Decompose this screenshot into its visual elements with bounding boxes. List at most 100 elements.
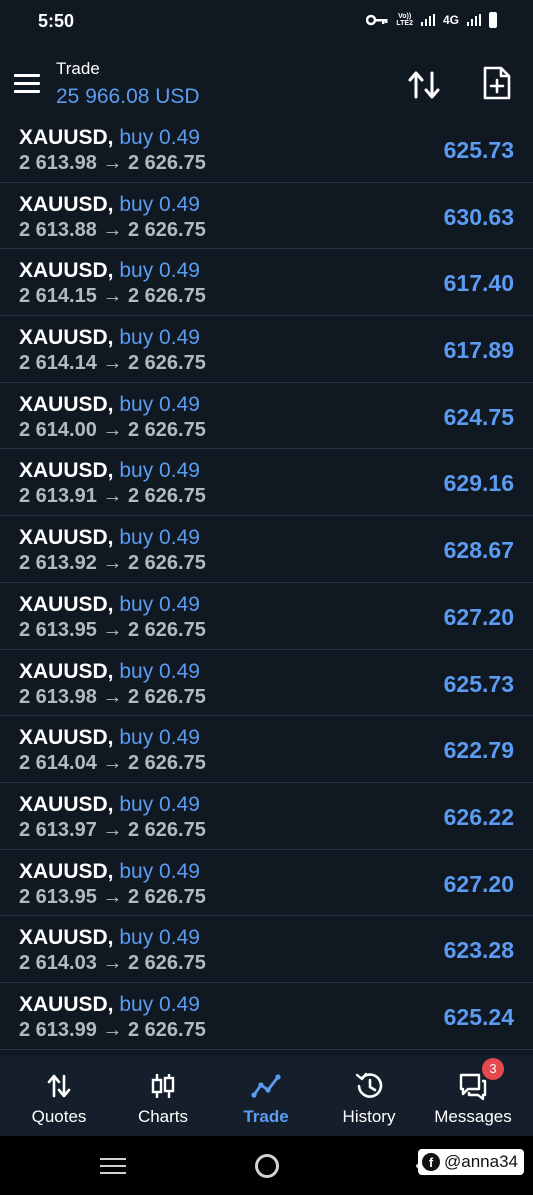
open-price: 2 614.04 [19,752,97,775]
nav-label: History [342,1107,396,1126]
position-prices: 2 613.98 → 2 626.75 [19,152,206,175]
menu-icon[interactable] [14,74,40,94]
position-prices: 2 613.95 → 2 626.75 [19,886,206,909]
position-side-volume: buy 0.49 [119,659,200,683]
position-symbol: XAUUSD, [19,392,114,416]
watermark: f @anna34 [418,1149,524,1175]
signal-icon [467,14,481,26]
position-row[interactable]: XAUUSD, buy 0.49 2 614.14 → 2 626.75 617.8… [0,316,533,383]
sort-icon[interactable] [407,70,441,100]
position-row[interactable]: XAUUSD, buy 0.49 2 613.91 → 2 626.75 629.1… [0,449,533,517]
position-symbol: XAUUSD, [19,992,114,1016]
position-side-volume: buy 0.49 [119,859,200,883]
nav-history[interactable]: History [316,1055,422,1136]
position-prices: 2 613.97 → 2 626.75 [19,819,206,842]
current-price: 2 626.75 [127,418,206,441]
arrow-icon: → [102,952,123,975]
arrow-icon: → [102,818,123,841]
position-row[interactable]: XAUUSD, buy 0.49 2 613.99 → 2 626.75 625.2… [0,982,533,1050]
position-row[interactable]: XAUUSD, buy 0.49 2 613.95 → 2 626.75 627.2… [0,849,533,917]
position-row[interactable]: XAUUSD, buy 0.49 2 613.95 → 2 626.75 627.2… [0,582,533,650]
position-symbol: XAUUSD, [19,792,114,816]
position-symbol: XAUUSD, [19,592,114,616]
position-symbol: XAUUSD, [19,726,114,750]
arrow-icon: → [102,752,123,775]
position-side-volume: buy 0.49 [119,726,200,750]
position-side-volume: buy 0.49 [119,392,200,416]
position-side-volume: buy 0.49 [119,992,200,1016]
open-price: 2 614.00 [19,418,97,441]
status-icons: Vo)) LTE2 4G [366,12,497,28]
position-row[interactable]: XAUUSD, buy 0.49 2 613.98 → 2 626.75 625.7… [0,116,533,183]
position-title: XAUUSD, buy 0.49 [19,793,200,817]
position-row[interactable]: XAUUSD, buy 0.49 2 614.04 → 2 626.75 622.7… [0,716,533,783]
recent-apps-icon[interactable] [100,1156,126,1176]
position-profit: 627.20 [443,870,514,897]
position-prices: 2 613.95 → 2 626.75 [19,619,206,642]
position-profit: 626.22 [443,803,514,830]
candlestick-icon [151,1074,175,1098]
position-row[interactable]: XAUUSD, buy 0.49 2 614.00 → 2 626.75 624.7… [0,382,533,450]
position-prices: 2 613.99 → 2 626.75 [19,1019,206,1042]
position-side-volume: buy 0.49 [119,459,200,483]
new-order-icon[interactable] [482,66,512,100]
position-title: XAUUSD, buy 0.49 [19,660,200,684]
arrow-icon: → [102,1018,123,1041]
position-title: XAUUSD, buy 0.49 [19,326,200,350]
nav-messages[interactable]: Messages [420,1055,526,1136]
position-row[interactable]: XAUUSD, buy 0.49 2 613.97 → 2 626.75 626.2… [0,782,533,850]
nav-charts[interactable]: Charts [110,1055,216,1136]
position-side-volume: buy 0.49 [119,126,200,149]
open-price: 2 613.99 [19,1018,97,1041]
open-price: 2 613.98 [19,685,97,708]
position-side-volume: buy 0.49 [119,792,200,816]
nav-quotes[interactable]: Quotes [6,1055,112,1136]
current-price: 2 626.75 [127,818,206,841]
position-side-volume: buy 0.49 [119,926,200,950]
arrow-icon: → [102,418,123,441]
network-type: 4G [442,13,459,27]
current-price: 2 626.75 [127,218,206,241]
position-profit: 617.89 [443,337,514,364]
open-price: 2 613.92 [19,552,97,575]
position-row[interactable]: XAUUSD, buy 0.49 2 614.03 → 2 626.75 623.2… [0,916,533,983]
current-price: 2 626.75 [127,685,206,708]
messages-badge: 3 [482,1058,504,1080]
position-symbol: XAUUSD, [19,926,114,950]
position-profit: 622.79 [443,737,514,764]
nav-label: Trade [243,1107,289,1126]
position-profit: 625.24 [443,1003,514,1030]
current-price: 2 626.75 [127,618,206,641]
arrow-icon: → [102,485,123,508]
position-prices: 2 614.00 → 2 626.75 [19,419,206,442]
history-icon [355,1072,383,1098]
home-icon[interactable] [255,1154,279,1178]
position-symbol: XAUUSD, [19,126,114,149]
bottom-navigation: Quotes Charts Trade History Messages [0,1055,533,1136]
position-profit: 617.40 [443,270,514,297]
position-title: XAUUSD, buy 0.49 [19,593,200,617]
position-profit: 630.63 [443,203,514,230]
position-row[interactable]: XAUUSD, buy 0.49 2 614.15 → 2 626.75 617.4… [0,249,533,317]
open-price: 2 613.95 [19,885,97,908]
position-prices: 2 613.92 → 2 626.75 [19,552,206,575]
position-symbol: XAUUSD, [19,192,114,216]
position-profit: 629.16 [443,470,514,497]
position-side-volume: buy 0.49 [119,526,200,550]
position-prices: 2 614.14 → 2 626.75 [19,352,206,375]
current-price: 2 626.75 [127,485,206,508]
nav-label: Charts [137,1107,189,1126]
position-row[interactable]: XAUUSD, buy 0.49 2 613.98 → 2 626.75 625.7… [0,649,533,717]
position-title: XAUUSD, buy 0.49 [19,459,200,483]
position-symbol: XAUUSD, [19,526,114,550]
position-title: XAUUSD, buy 0.49 [19,193,200,217]
arrow-icon: → [102,152,123,174]
position-prices: 2 614.04 → 2 626.75 [19,752,206,775]
arrow-icon: → [102,885,123,908]
watermark-text: @anna34 [444,1152,518,1171]
position-prices: 2 614.03 → 2 626.75 [19,952,206,975]
signal-icon [420,14,435,26]
nav-trade[interactable]: Trade [213,1055,319,1136]
position-row[interactable]: XAUUSD, buy 0.49 2 613.92 → 2 626.75 628.6… [0,516,533,583]
position-row[interactable]: XAUUSD, buy 0.49 2 613.88 → 2 626.75 630.6… [0,182,533,250]
